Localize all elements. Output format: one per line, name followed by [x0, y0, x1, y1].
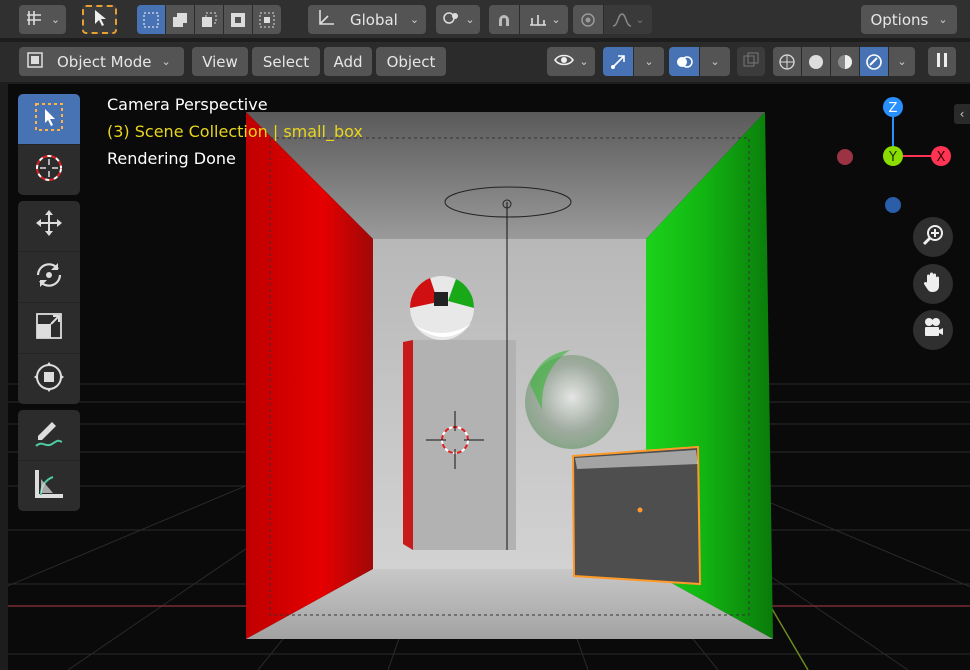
view-name-label: Camera Perspective: [107, 95, 268, 114]
transform-icon: [32, 360, 66, 398]
rotate-icon: [32, 258, 66, 296]
snapping-group: ⌄: [489, 5, 568, 34]
chevron-down-icon: ⌄: [161, 55, 171, 68]
overlays-icon[interactable]: [669, 47, 700, 76]
chevron-down-icon: ⌄: [50, 13, 61, 26]
cursor-icon: [92, 9, 108, 31]
transform-pivot-button[interactable]: ⌄: [19, 5, 66, 34]
annotate-tool[interactable]: [18, 410, 80, 461]
move-tool[interactable]: [18, 201, 80, 252]
chevron-down-icon[interactable]: ⌄: [634, 47, 664, 76]
object-menu-label: Object: [386, 52, 436, 71]
small-box-origin: [637, 507, 643, 513]
tool-header: ⌄ Global ⌄ ⌄ ⌄ ⌄ Options ⌄: [0, 0, 970, 38]
select-menu[interactable]: Select: [252, 47, 320, 76]
select-box-tool[interactable]: [18, 94, 80, 145]
scale-icon: [32, 309, 66, 347]
scale-tool[interactable]: [18, 303, 80, 354]
view-menu[interactable]: View: [192, 47, 248, 76]
rotate-tool[interactable]: [18, 252, 80, 303]
pivot-point-dropdown[interactable]: ⌄: [436, 5, 480, 34]
y-axis-label: Y: [888, 150, 897, 165]
select-extend-icon[interactable]: [166, 5, 195, 34]
solid-shading-icon[interactable]: [802, 47, 831, 76]
viewport-header: Object Mode ⌄ View Select Add Object ⌄ ⌄…: [0, 42, 970, 82]
pivot-icon: [25, 8, 45, 32]
transform-orientation-dropdown[interactable]: Global ⌄: [308, 5, 426, 34]
pause-render-button[interactable]: [928, 47, 956, 76]
sidebar-toggle-icon[interactable]: ‹: [954, 104, 970, 124]
camera-view-button[interactable]: [913, 310, 953, 350]
object-mode-icon: [25, 50, 45, 74]
measure-ruler-icon: [32, 467, 66, 505]
measure-tool[interactable]: [18, 461, 80, 511]
select-new-icon[interactable]: [137, 5, 166, 34]
object-menu[interactable]: Object: [376, 47, 446, 76]
proportional-edit-group: ⌄: [573, 5, 652, 34]
xray-toggle[interactable]: [737, 47, 765, 76]
cursor-tool[interactable]: [18, 145, 80, 195]
magnifier-plus-icon: [921, 223, 945, 251]
mode-dropdown[interactable]: Object Mode ⌄: [19, 47, 184, 76]
snap-magnet-icon[interactable]: [489, 5, 520, 34]
select-menu-label: Select: [262, 52, 310, 71]
visibility-dropdown[interactable]: ⌄: [547, 47, 595, 76]
move-arrows-icon: [32, 207, 66, 245]
xray-icon: [742, 51, 760, 73]
z-axis-label: Z: [889, 101, 898, 116]
chevron-down-icon: ⌄: [938, 13, 948, 26]
neg-x-axis-icon[interactable]: [837, 149, 853, 165]
hand-icon: [921, 270, 945, 298]
chevron-down-icon: ⌄: [409, 13, 420, 26]
navigation-gizmo[interactable]: Z Y X: [820, 90, 970, 220]
pan-button[interactable]: [913, 264, 953, 304]
annotate-pencil-icon: [32, 416, 66, 454]
tool-shelf: [18, 94, 80, 517]
options-label: Options: [870, 10, 929, 29]
gizmo-toggle-icon[interactable]: [603, 47, 634, 76]
snap-increment-icon[interactable]: ⌄: [520, 5, 568, 34]
select-invert-icon[interactable]: [224, 5, 253, 34]
x-axis-label: X: [937, 150, 946, 165]
shading-group: ⌄: [773, 47, 915, 76]
falloff-curve-icon[interactable]: ⌄: [604, 5, 652, 34]
material-shading-icon[interactable]: [831, 47, 860, 76]
render-status-label: Rendering Done: [107, 149, 236, 168]
transform-tool[interactable]: [18, 354, 80, 404]
overlay-group: ⌄: [669, 47, 730, 76]
pivot-point-icon: [441, 8, 461, 32]
select-subtract-icon[interactable]: [195, 5, 224, 34]
select-tool-button[interactable]: [82, 5, 117, 34]
eye-icon: [553, 51, 575, 73]
mode-label: Object Mode: [57, 52, 152, 71]
chevron-down-icon: ⌄: [579, 55, 589, 68]
orientation-label: Global: [350, 10, 398, 29]
neg-z-axis-icon[interactable]: [885, 197, 901, 213]
select-box-icon: [33, 101, 65, 137]
options-dropdown[interactable]: Options ⌄: [861, 5, 957, 34]
add-menu[interactable]: Add: [324, 47, 372, 76]
chevron-down-icon[interactable]: ⌄: [889, 47, 915, 76]
zoom-button[interactable]: [913, 217, 953, 257]
pause-icon: [935, 52, 949, 72]
tall-box-front: [413, 340, 516, 550]
gizmo-group: ⌄: [603, 47, 664, 76]
orientation-axes-icon: [316, 8, 336, 32]
add-menu-label: Add: [333, 52, 363, 71]
tall-box-side: [403, 340, 413, 550]
view-menu-label: View: [202, 52, 238, 71]
3d-cursor-icon: [32, 151, 66, 189]
select-intersect-icon[interactable]: [253, 5, 281, 34]
proportional-edit-icon[interactable]: [573, 5, 604, 34]
collection-label: (3) Scene Collection | small_box: [107, 122, 363, 141]
chevron-down-icon[interactable]: ⌄: [700, 47, 730, 76]
selection-mode-group: [137, 5, 281, 34]
wireframe-shading-icon[interactable]: [773, 47, 802, 76]
rendered-shading-icon[interactable]: [860, 47, 889, 76]
chevron-down-icon: ⌄: [465, 13, 475, 26]
camera-icon: [921, 316, 945, 344]
